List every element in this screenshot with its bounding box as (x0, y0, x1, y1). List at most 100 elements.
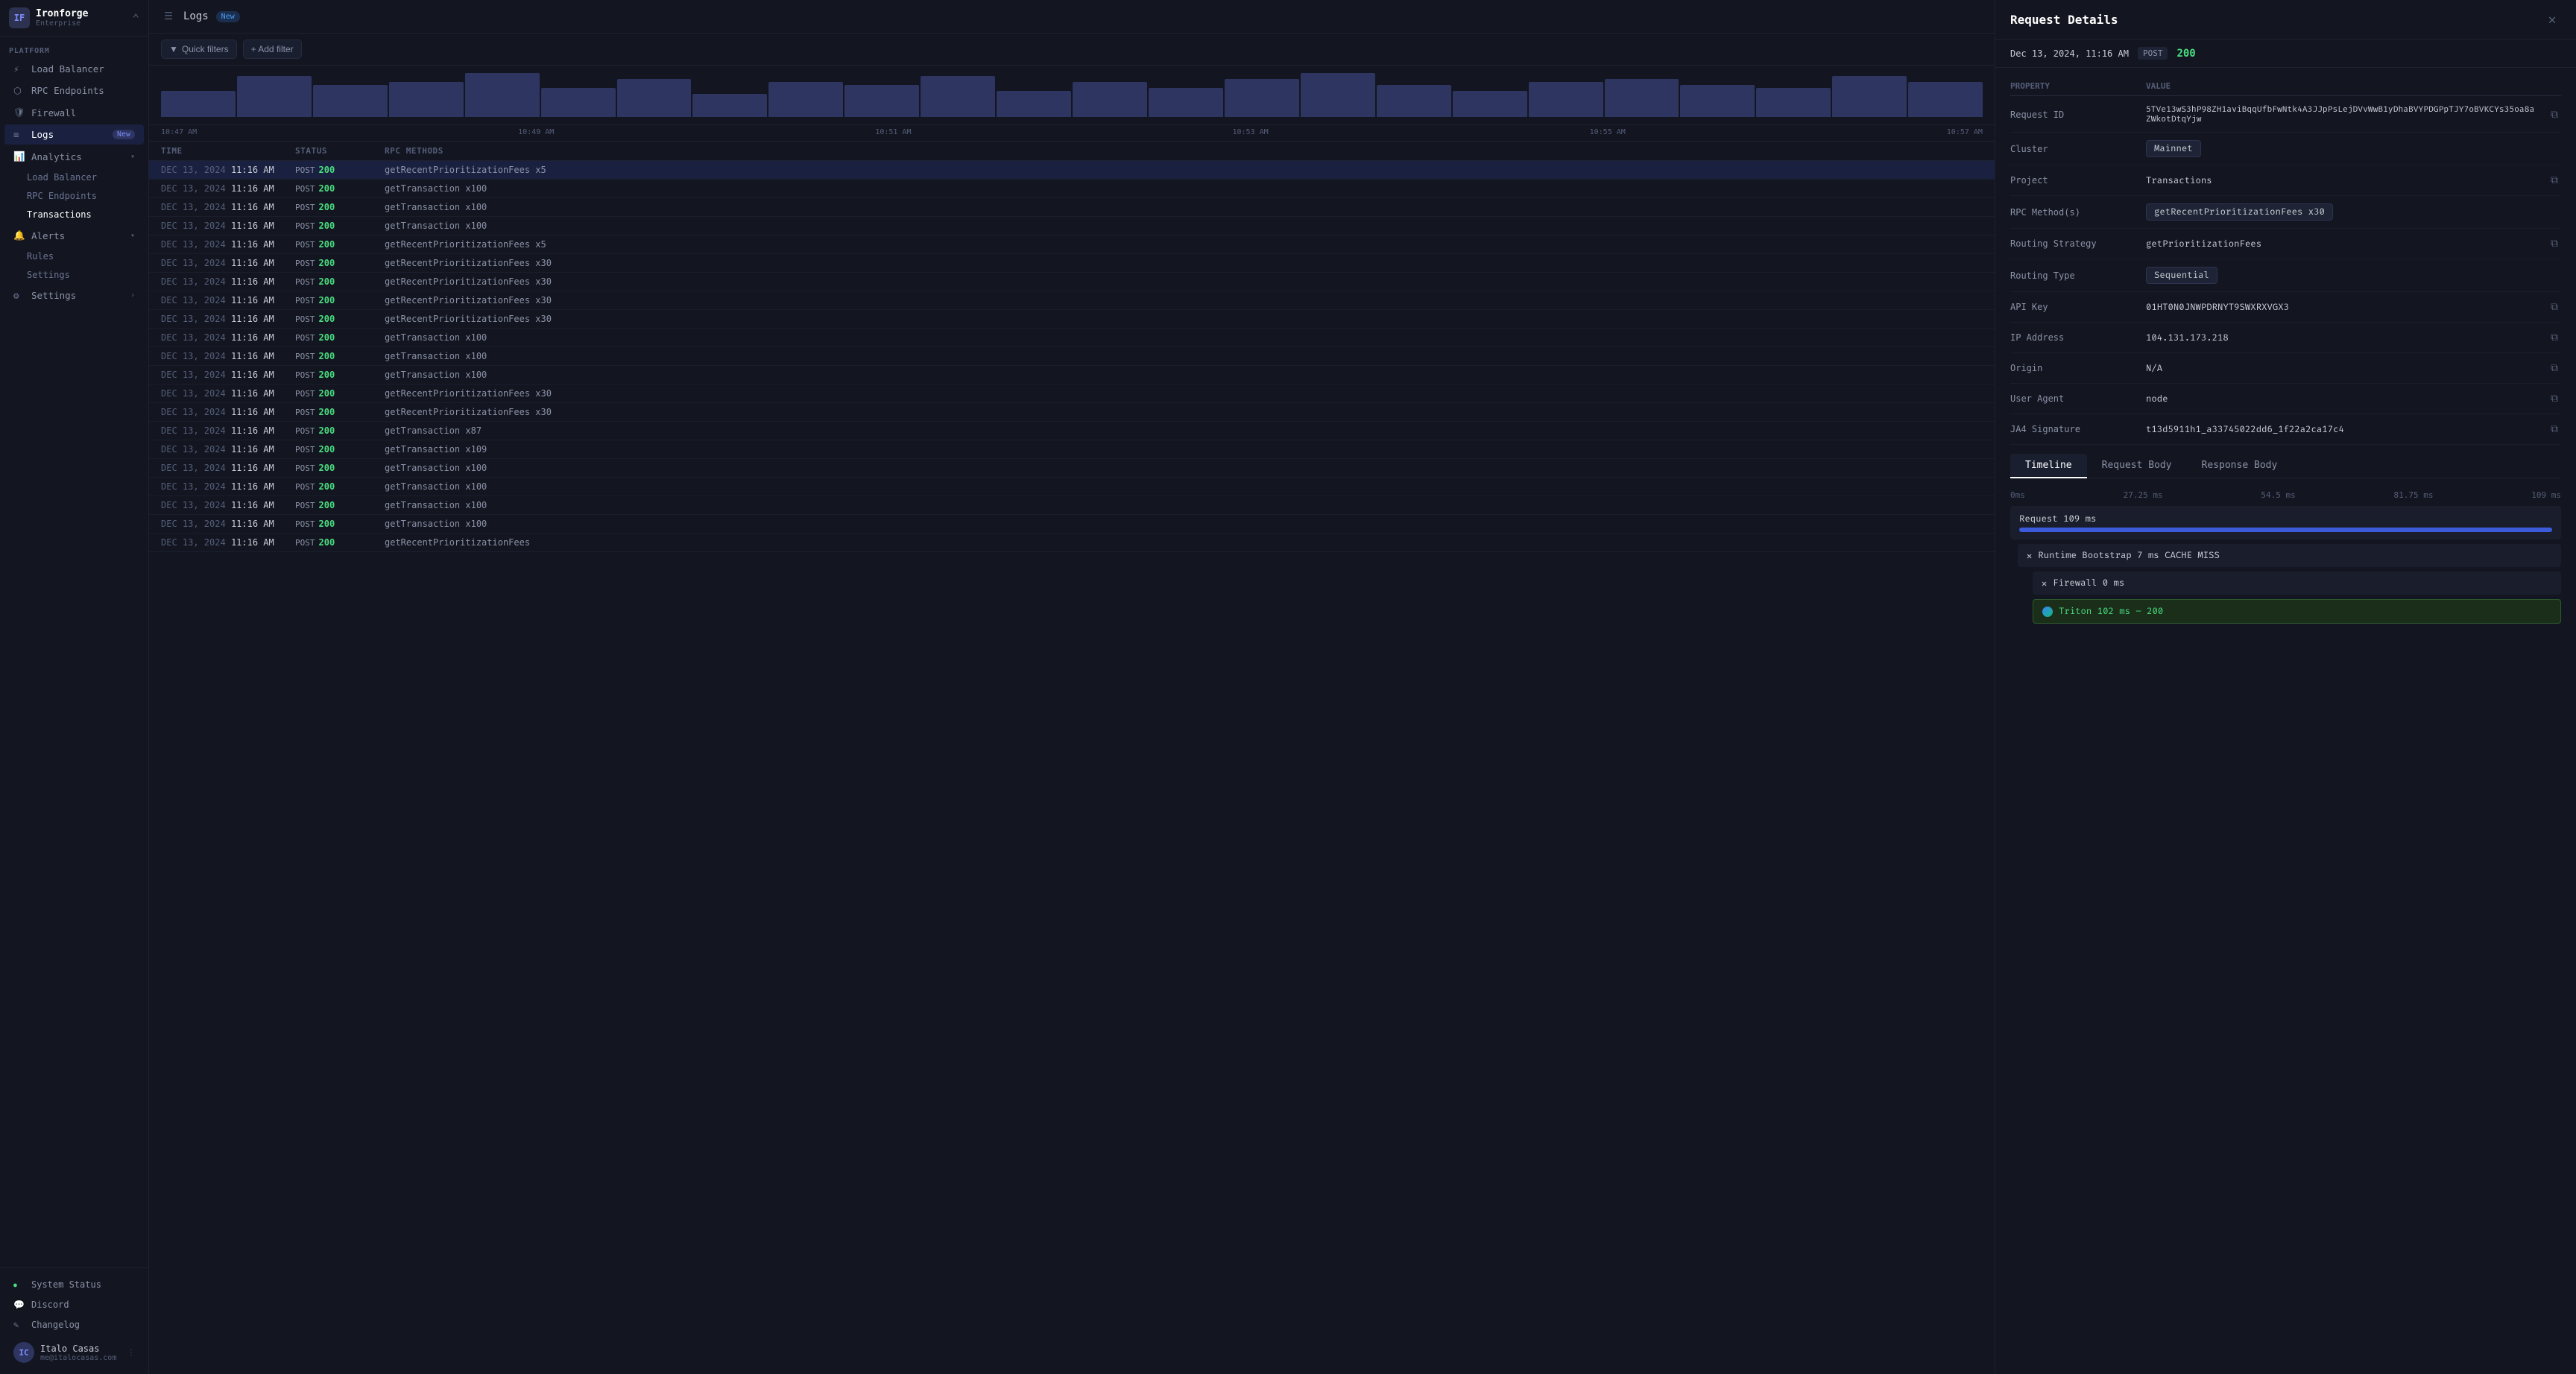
user-agent-value: node (2146, 393, 2539, 405)
add-filter-button[interactable]: + Add filter (243, 39, 302, 59)
chart-label: 10:57 AM (1947, 128, 1983, 136)
log-time: DEC 13, 2024 11:16 AM (161, 500, 295, 510)
log-time: DEC 13, 2024 11:16 AM (161, 481, 295, 492)
filter-icon: ▼ (169, 44, 178, 54)
logs-icon: ≡ (13, 129, 25, 140)
chart-bar (768, 82, 843, 117)
scale-81ms: 81.75 ms (2393, 490, 2433, 500)
copy-origin-button[interactable]: ⧉ (2548, 361, 2561, 376)
ja4-label: JA4 Signature (2010, 424, 2137, 434)
sidebar-item-analytics[interactable]: 📊 Analytics ▾ (4, 146, 144, 167)
routing-strategy-link-button[interactable]: ⧉ (2548, 236, 2561, 251)
detail-row-ja4: JA4 Signature t13d5911h1_a33745022dd6_1f… (2010, 414, 2561, 445)
copy-user-agent-button[interactable]: ⧉ (2548, 391, 2561, 406)
sidebar-footer: ● System Status 💬 Discord ✎ Changelog IC… (0, 1267, 148, 1374)
log-rpc-method: getTransaction x109 (385, 444, 1983, 455)
chart-label: 10:51 AM (875, 128, 911, 136)
log-time: DEC 13, 2024 11:16 AM (161, 239, 295, 250)
user-agent-label: User Agent (2010, 393, 2137, 404)
chart-bar (389, 82, 464, 117)
rpc-endpoints-icon: ⬡ (13, 85, 25, 96)
table-row[interactable]: DEC 13, 2024 11:16 AM POST 200 getRecent… (149, 291, 1995, 310)
log-status: POST 200 (295, 276, 385, 287)
sidebar-toggle-button[interactable]: ☰ (161, 7, 176, 25)
chart-bar (541, 88, 616, 117)
quick-filters-label: Quick filters (182, 44, 229, 54)
sidebar-item-analytics-rpc-endpoints[interactable]: RPC Endpoints (21, 187, 144, 205)
log-status: POST 200 (295, 407, 385, 417)
log-rpc-method: getRecentPrioritizationFees x30 (385, 388, 1983, 399)
tab-timeline[interactable]: Timeline (2010, 454, 2087, 478)
sidebar-item-logs[interactable]: ≡ Logs New (4, 124, 144, 145)
sidebar-item-changelog[interactable]: ✎ Changelog (4, 1315, 144, 1335)
copy-ja4-button[interactable]: ⧉ (2548, 422, 2561, 437)
sidebar-item-alerts-settings[interactable]: Settings (21, 266, 144, 284)
sidebar-expand-icon[interactable]: ⌃ (132, 11, 139, 25)
project-link-button[interactable]: ⧉ (2548, 173, 2561, 188)
firewall-timeline-icon: ✕ (2042, 578, 2047, 589)
detail-row-project: Project Transactions ⧉ (2010, 165, 2561, 196)
table-row[interactable]: DEC 13, 2024 11:16 AM POST 200 getRecent… (149, 534, 1995, 552)
sidebar-item-discord[interactable]: 💬 Discord (4, 1295, 144, 1314)
table-row[interactable]: DEC 13, 2024 11:16 AM POST 200 getRecent… (149, 235, 1995, 254)
panel-meta-status: 200 (2176, 48, 2195, 60)
sidebar-item-rpc-endpoints[interactable]: ⬡ RPC Endpoints (4, 80, 144, 101)
chart-bar (313, 85, 388, 117)
table-row[interactable]: DEC 13, 2024 11:16 AM POST 200 getRecent… (149, 161, 1995, 180)
copy-api-key-button[interactable]: ⧉ (2548, 300, 2561, 314)
timeline-triton-item: Triton 102 ms – 200 (2033, 599, 2561, 624)
col-rpc: RPC Methods (385, 146, 1983, 156)
log-time: DEC 13, 2024 11:16 AM (161, 221, 295, 231)
copy-request-id-button[interactable]: ⧉ (2548, 107, 2561, 122)
log-rows: DEC 13, 2024 11:16 AM POST 200 getRecent… (149, 161, 1995, 552)
sidebar-item-firewall[interactable]: 🛡 Firewall (4, 102, 144, 123)
analytics-submenu: Load Balancer RPC Endpoints Transactions (21, 168, 148, 224)
table-row[interactable]: DEC 13, 2024 11:16 AM POST 200 getTransa… (149, 496, 1995, 515)
table-row[interactable]: DEC 13, 2024 11:16 AM POST 200 getTransa… (149, 459, 1995, 478)
timeline-section: 0ms 27.25 ms 54.5 ms 81.75 ms 109 ms Req… (1995, 478, 2576, 640)
chart-bar (921, 76, 995, 117)
quick-filters-button[interactable]: ▼ Quick filters (161, 39, 237, 59)
sidebar-item-analytics-transactions[interactable]: Transactions (21, 206, 144, 224)
table-row[interactable]: DEC 13, 2024 11:16 AM POST 200 getTransa… (149, 515, 1995, 534)
routing-type-value: Sequential (2146, 267, 2552, 284)
table-row[interactable]: DEC 13, 2024 11:16 AM POST 200 getRecent… (149, 254, 1995, 273)
log-time: DEC 13, 2024 11:16 AM (161, 351, 295, 361)
sidebar-item-label: System Status (31, 1279, 135, 1290)
table-row[interactable]: DEC 13, 2024 11:16 AM POST 200 getRecent… (149, 310, 1995, 329)
table-row[interactable]: DEC 13, 2024 11:16 AM POST 200 getTransa… (149, 440, 1995, 459)
table-row[interactable]: DEC 13, 2024 11:16 AM POST 200 getTransa… (149, 329, 1995, 347)
log-rpc-method: getRecentPrioritizationFees x30 (385, 295, 1983, 305)
tab-request-body[interactable]: Request Body (2087, 454, 2187, 478)
table-row[interactable]: DEC 13, 2024 11:16 AM POST 200 getTransa… (149, 198, 1995, 217)
log-rpc-method: getTransaction x100 (385, 481, 1983, 492)
ja4-value: t13d5911h1_a33745022dd6_1f22a2ca17c4 (2146, 424, 2539, 435)
log-time: DEC 13, 2024 11:16 AM (161, 202, 295, 212)
log-rpc-method: getRecentPrioritizationFees (385, 537, 1983, 548)
table-row[interactable]: DEC 13, 2024 11:16 AM POST 200 getRecent… (149, 403, 1995, 422)
tab-response-body[interactable]: Response Body (2187, 454, 2293, 478)
table-row[interactable]: DEC 13, 2024 11:16 AM POST 200 getTransa… (149, 180, 1995, 198)
table-row[interactable]: DEC 13, 2024 11:16 AM POST 200 getRecent… (149, 273, 1995, 291)
sidebar-item-analytics-load-balancer[interactable]: Load Balancer (21, 168, 144, 186)
log-status: POST 200 (295, 500, 385, 510)
chart-bar (1225, 79, 1299, 117)
table-row[interactable]: DEC 13, 2024 11:16 AM POST 200 getTransa… (149, 347, 1995, 366)
sidebar-item-alerts[interactable]: 🔔 Alerts ▾ (4, 225, 144, 246)
table-row[interactable]: DEC 13, 2024 11:16 AM POST 200 getTransa… (149, 366, 1995, 384)
detail-row-cluster: Cluster Mainnet (2010, 133, 2561, 165)
sidebar-item-system-status[interactable]: ● System Status (4, 1275, 144, 1294)
sidebar-item-alerts-rules[interactable]: Rules (21, 247, 144, 265)
table-row[interactable]: DEC 13, 2024 11:16 AM POST 200 getTransa… (149, 217, 1995, 235)
table-row[interactable]: DEC 13, 2024 11:16 AM POST 200 getRecent… (149, 384, 1995, 403)
table-row[interactable]: DEC 13, 2024 11:16 AM POST 200 getTransa… (149, 422, 1995, 440)
detail-row-routing-type: Routing Type Sequential (2010, 259, 2561, 292)
sidebar-item-settings[interactable]: ⚙ Settings › (4, 285, 144, 305)
panel-close-button[interactable]: ✕ (2543, 10, 2561, 28)
user-profile[interactable]: IC Italo Casas me@italocasas.com ⋮ (4, 1337, 144, 1367)
rpc-methods-value: getRecentPrioritizationFees x30 (2146, 203, 2552, 221)
routing-type-label: Routing Type (2010, 270, 2137, 281)
table-row[interactable]: DEC 13, 2024 11:16 AM POST 200 getTransa… (149, 478, 1995, 496)
sidebar-item-load-balancer[interactable]: ⚡ Load Balancer (4, 59, 144, 79)
copy-ip-button[interactable]: ⧉ (2548, 330, 2561, 345)
